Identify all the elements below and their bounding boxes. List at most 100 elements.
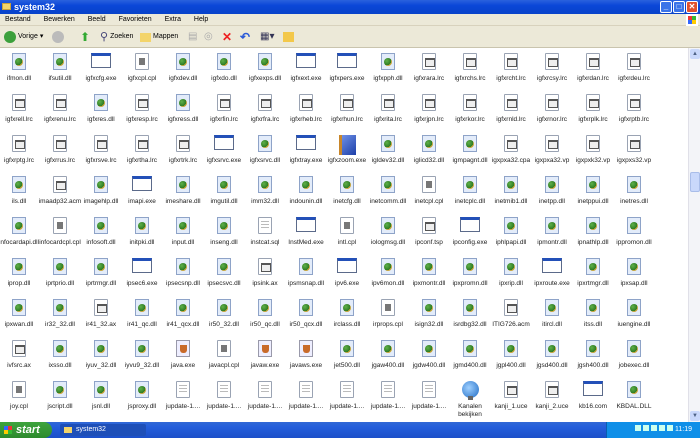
file-item[interactable]: igfxrsve.lrc	[79, 135, 123, 164]
file-item[interactable]: ipconfig.exe	[448, 217, 492, 246]
file-item[interactable]: igfxrcht.lrc	[489, 53, 533, 82]
tray-icon[interactable]	[667, 425, 673, 431]
views-button[interactable]: ▦▾	[260, 30, 274, 44]
file-item[interactable]: igfxrita.lrc	[366, 94, 410, 123]
file-item[interactable]: jupdate-1....	[366, 381, 410, 410]
file-item[interactable]: inetcplc.dll	[448, 176, 492, 205]
menu-bestand[interactable]: Bestand	[5, 16, 31, 23]
file-item[interactable]: igfxrrus.lrc	[38, 135, 82, 164]
file-item[interactable]: javaws.exe	[284, 340, 328, 369]
file-item[interactable]: initpki.dll	[120, 217, 164, 246]
file-item[interactable]: javacpl.cpl	[202, 340, 246, 369]
minimize-button[interactable]: _	[660, 1, 672, 13]
file-item[interactable]: imm32.dll	[243, 176, 287, 205]
file-item[interactable]: ivfsrc.ax	[0, 340, 41, 369]
file-item[interactable]: iyuv_32.dll	[79, 340, 123, 369]
file-item[interactable]: igfxsrvc.exe	[202, 135, 246, 164]
file-item[interactable]: ir50_qc.dll	[243, 299, 287, 328]
file-item[interactable]: ipsecsvc.dll	[202, 258, 246, 287]
file-item[interactable]: ifsutil.dll	[38, 53, 82, 82]
file-item[interactable]: jupdate-1....	[284, 381, 328, 410]
maximize-button[interactable]: □	[673, 1, 685, 13]
file-item[interactable]: igfxrptg.lrc	[0, 135, 41, 164]
file-item[interactable]: igfxrhun.lrc	[325, 94, 369, 123]
file-item[interactable]: jgsh400.dll	[571, 340, 615, 369]
file-item[interactable]: jupdate-1....	[202, 381, 246, 410]
tray-icon[interactable]	[659, 425, 665, 431]
file-item[interactable]: ir41_32.ax	[79, 299, 123, 328]
file-item[interactable]: igfxrkor.lrc	[448, 94, 492, 123]
file-item[interactable]: jgpl400.dll	[489, 340, 533, 369]
file-item[interactable]: ipsec6.exe	[120, 258, 164, 287]
file-item[interactable]: jupdate-1....	[407, 381, 451, 410]
tray-icon[interactable]	[651, 425, 657, 431]
file-item[interactable]: kanji_1.uce	[489, 381, 533, 410]
close-button[interactable]: ✕	[686, 1, 698, 13]
back-button[interactable]: Vorige ▾	[4, 30, 43, 44]
file-item[interactable]: jobexec.dll	[612, 340, 656, 369]
file-item[interactable]: ipsmsnap.dll	[284, 258, 328, 287]
file-item[interactable]: igfxrnld.lrc	[489, 94, 533, 123]
undo-button[interactable]: ↶	[240, 30, 250, 44]
file-item[interactable]: igfxrheb.lrc	[284, 94, 328, 123]
file-item[interactable]: igxpxa32.cpa	[489, 135, 533, 164]
file-item[interactable]: ipxwan.dll	[0, 299, 41, 328]
file-item[interactable]: iuengine.dll	[612, 299, 656, 328]
file-item[interactable]: imgutil.dll	[202, 176, 246, 205]
file-item[interactable]: ir50_qcx.dll	[284, 299, 328, 328]
file-item[interactable]: igfxresp.lrc	[120, 94, 164, 123]
file-item[interactable]: igfxrtrk.lrc	[161, 135, 205, 164]
vertical-scrollbar[interactable]: ▲ ▼	[688, 48, 700, 422]
file-item[interactable]: jgmd400.dll	[448, 340, 492, 369]
file-item[interactable]: inetcomm.dll	[366, 176, 410, 205]
file-item[interactable]: inetmib1.dll	[489, 176, 533, 205]
scroll-down-button[interactable]: ▼	[690, 411, 700, 421]
folder-options-button[interactable]	[283, 30, 294, 44]
delete-button[interactable]: ✕	[222, 30, 232, 44]
file-item[interactable]: igfxtray.exe	[284, 135, 328, 164]
file-item[interactable]: igxpxs32.vp	[612, 135, 656, 164]
file-item[interactable]: igfxrchs.lrc	[448, 53, 492, 82]
file-item[interactable]: KBDAL.DLL	[612, 381, 656, 410]
file-item[interactable]: infosoft.dll	[79, 217, 123, 246]
copy-to-button[interactable]: ◎	[204, 30, 213, 44]
file-item[interactable]: imeshare.dll	[161, 176, 205, 205]
menu-beeld[interactable]: Beeld	[88, 16, 106, 23]
file-item[interactable]: igfxrell.lrc	[0, 94, 41, 123]
file-item[interactable]: ir32_32.dll	[38, 299, 82, 328]
file-item[interactable]: isign32.dll	[407, 299, 451, 328]
file-item[interactable]: javaw.exe	[243, 340, 287, 369]
file-item[interactable]: instcat.sql	[243, 217, 287, 246]
file-item[interactable]: ipv6mon.dll	[366, 258, 410, 287]
file-item[interactable]: iologmsg.dll	[366, 217, 410, 246]
file-item[interactable]: Kanalen bekijken	[448, 381, 492, 419]
file-item[interactable]: jupdate-1....	[325, 381, 369, 410]
menu-favorieten[interactable]: Favorieten	[119, 16, 152, 23]
file-item[interactable]: igfxrfin.lrc	[202, 94, 246, 123]
file-item[interactable]: igfxrplk.lrc	[571, 94, 615, 123]
up-folder-button[interactable]: ⬆	[80, 30, 90, 44]
file-item[interactable]: jupdate-1....	[243, 381, 287, 410]
folders-button[interactable]: Mappen	[140, 30, 178, 44]
file-item[interactable]: igfxrenu.lrc	[38, 94, 82, 123]
scroll-thumb[interactable]	[690, 172, 700, 192]
file-item[interactable]: igfxrjpn.lrc	[407, 94, 451, 123]
file-item[interactable]: ipsink.ax	[243, 258, 287, 287]
file-item[interactable]: igfxexps.dll	[243, 53, 287, 82]
file-item[interactable]: iyvu9_32.dll	[120, 340, 164, 369]
search-button[interactable]: ⚲ Zoeken	[100, 30, 133, 44]
file-item[interactable]: iprtprio.dll	[38, 258, 82, 287]
file-item[interactable]: imaadp32.acm	[38, 176, 82, 205]
file-item[interactable]: jscript.dll	[38, 381, 82, 410]
file-item[interactable]: ipconf.tsp	[407, 217, 451, 246]
file-item[interactable]: igmpagnt.dll	[448, 135, 492, 164]
file-item[interactable]: ipxpromn.dll	[448, 258, 492, 287]
scroll-up-button[interactable]: ▲	[690, 49, 700, 59]
file-item[interactable]: igfxrdan.lrc	[571, 53, 615, 82]
file-item[interactable]: jet500.dll	[325, 340, 369, 369]
start-button[interactable]: start	[0, 422, 52, 438]
tray-icon[interactable]	[635, 425, 641, 431]
file-item[interactable]: jgdw400.dll	[407, 340, 451, 369]
file-item[interactable]: igfxrptb.lrc	[612, 94, 656, 123]
file-item[interactable]: inetpp.dll	[530, 176, 574, 205]
